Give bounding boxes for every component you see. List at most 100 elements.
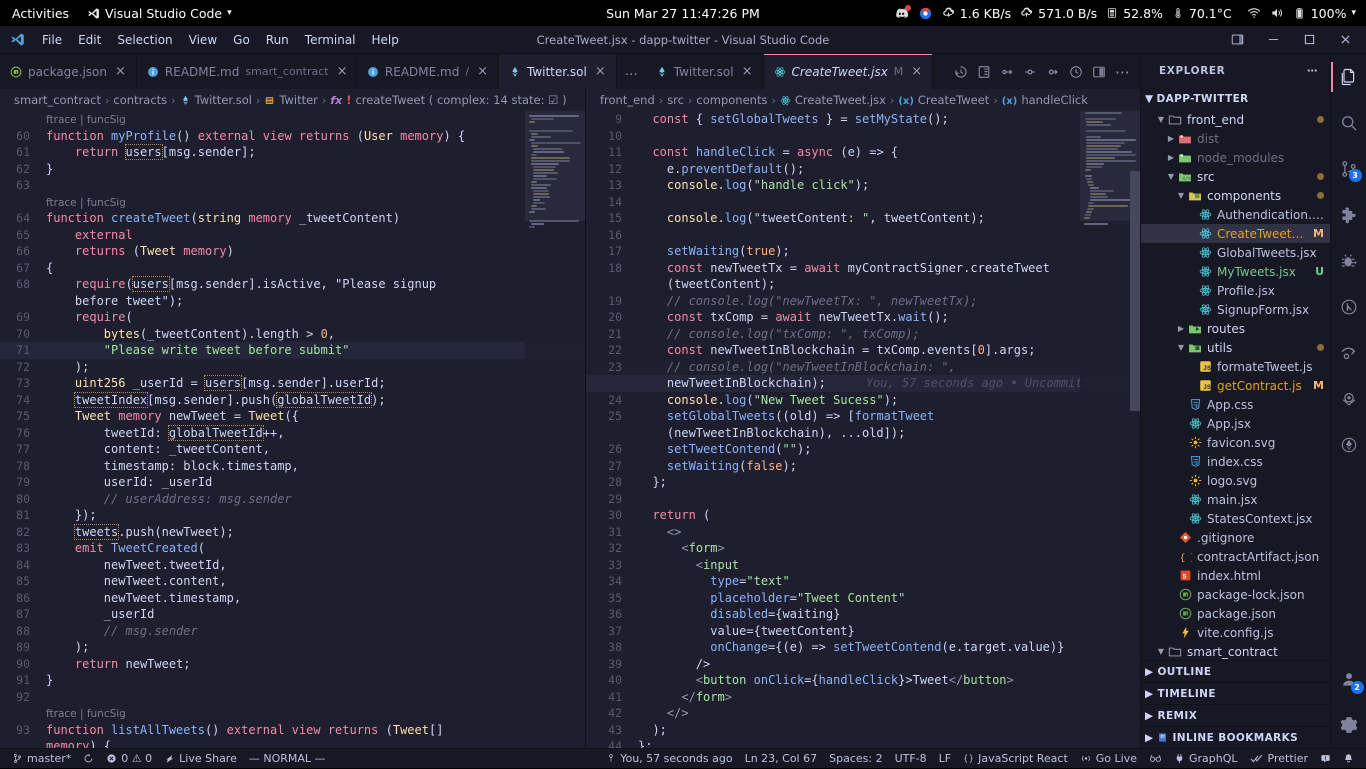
tab-createtweet-jsx[interactable]: CreateTweet.jsxM×: [764, 54, 934, 89]
breadcrumb-right[interactable]: front_end›src›components›CreateTweet.jsx…: [586, 89, 1140, 111]
tree-item-formatetweet-js[interactable]: JSformateTweet.js: [1141, 357, 1330, 376]
menu-terminal[interactable]: Terminal: [297, 30, 364, 50]
code-line[interactable]: 11 const handleClick = async (e) => {: [586, 144, 1140, 161]
status-eol[interactable]: LF: [933, 749, 957, 769]
code-line[interactable]: 62}: [0, 161, 585, 178]
browser-tray-icon[interactable]: [918, 6, 933, 21]
codelens-row[interactable]: ftrace | funcSig: [0, 111, 585, 128]
tree-item-index-css[interactable]: index.css: [1141, 452, 1330, 471]
code-line[interactable]: 21 // console.log("txComp: ", txComp);: [586, 326, 1140, 343]
code-line-wrap[interactable]: newTweetInBlockchain);You, 57 seconds ag…: [586, 375, 1140, 392]
code-line[interactable]: 20 const txComp = await newTweetTx.wait(…: [586, 309, 1140, 326]
code-line[interactable]: 65 external: [0, 227, 585, 244]
code-line[interactable]: 77 content: _tweetContent,: [0, 441, 585, 458]
minimap-left[interactable]: [525, 111, 585, 748]
menu-file[interactable]: File: [34, 30, 70, 50]
code-line[interactable]: 37 value={tweetContent}: [586, 623, 1140, 640]
code-line[interactable]: 19 // console.log("newTweetTx: ", newTwe…: [586, 293, 1140, 310]
tree-item-dist[interactable]: ▶dist: [1141, 129, 1330, 148]
tree-item--gitignore[interactable]: .gitignore: [1141, 528, 1330, 547]
accounts-icon[interactable]: 2: [1331, 656, 1366, 702]
code-line[interactable]: 91}: [0, 672, 585, 689]
solidity-icon[interactable]: [1331, 422, 1366, 468]
code-line[interactable]: 70 bytes(_tweetContent).length > 0,: [0, 326, 585, 343]
code-line[interactable]: 12 e.preventDefault();: [586, 161, 1140, 178]
remix-icon[interactable]: [1331, 376, 1366, 422]
settings-gear-icon[interactable]: [1331, 702, 1366, 748]
codelens-row[interactable]: ftrace | funcSig: [0, 705, 585, 722]
explorer-icon[interactable]: [1331, 54, 1366, 100]
code-line[interactable]: 88 // msg.sender: [0, 623, 585, 640]
code-line-wrap[interactable]: before tweet");: [0, 293, 585, 310]
code-line[interactable]: 25 setGlobalTweets((old) => [formatTweet: [586, 408, 1140, 425]
code-line[interactable]: 43 );: [586, 722, 1140, 739]
code-line[interactable]: 32 <form>: [586, 540, 1140, 557]
breadcrumb-item-createtweet-complex-14-s[interactable]: fx!createTweet ( complex: 14 state: ☑ ): [330, 93, 566, 107]
volume-icon[interactable]: [1270, 6, 1284, 20]
chevron-down-icon[interactable]: ▼: [1165, 172, 1177, 181]
close-button[interactable]: [1328, 27, 1362, 53]
code-line[interactable]: 75 Tweet memory newTweet = Tweet({: [0, 408, 585, 425]
code-line[interactable]: 44};: [586, 738, 1140, 748]
menubar[interactable]: FileEditSelectionViewGoRunTerminalHelp: [34, 30, 407, 50]
sidebar-panel-outline[interactable]: ▶OUTLINE: [1141, 660, 1330, 682]
tree-item-main-jsx[interactable]: main.jsx: [1141, 490, 1330, 509]
sidebar-panel-remix[interactable]: ▶REMIX: [1141, 704, 1330, 726]
code-line[interactable]: 24 console.log("New Tweet Sucess");: [586, 392, 1140, 409]
code-line[interactable]: 13 console.log("handle click");: [586, 177, 1140, 194]
tree-item-logo-svg[interactable]: logo.svg: [1141, 471, 1330, 490]
tree-item-package-json[interactable]: package.json: [1141, 604, 1330, 623]
status-problems[interactable]: 0 ⚠ 0: [100, 749, 158, 769]
breadcrumb-item-front-end[interactable]: front_end: [600, 93, 655, 107]
chevron-right-icon[interactable]: ▶: [1175, 324, 1187, 333]
code-line[interactable]: 64function createTweet(string memory _tw…: [0, 210, 585, 227]
chevron-right-icon[interactable]: ▶: [1165, 153, 1177, 162]
chevron-down-icon[interactable]: ▼: [1155, 115, 1167, 124]
tree-item-getcontract-js[interactable]: JSgetContract.jsM: [1141, 376, 1330, 395]
tree-item-contractartifact-json[interactable]: { }contractArtifact.json: [1141, 547, 1330, 566]
breadcrumb-item-components[interactable]: components: [696, 93, 767, 107]
tab-close-icon[interactable]: ×: [911, 64, 922, 79]
chevron-down-icon[interactable]: ▼: [1155, 647, 1167, 656]
status-language-mode[interactable]: JavaScript React: [957, 749, 1074, 769]
tree-item-authendication-jsx[interactable]: Authendication.jsx: [1141, 205, 1330, 224]
code-line[interactable]: 83 emit TweetCreated(: [0, 540, 585, 557]
status-sync-changes[interactable]: [77, 749, 100, 769]
code-line-wrap[interactable]: (newTweetInBlockchain), ...old]);: [586, 425, 1140, 442]
search-icon[interactable]: [1331, 100, 1366, 146]
code-line[interactable]: 30 return (: [586, 507, 1140, 524]
tree-item-favicon-svg[interactable]: favicon.svg: [1141, 433, 1330, 452]
status-graphql-extension-a[interactable]: [1143, 749, 1168, 769]
tree-item-vite-config-js[interactable]: vite.config.js: [1141, 623, 1330, 642]
activities-button[interactable]: Activities: [12, 6, 69, 21]
workspace-root-row[interactable]: ▼ DAPP-TWITTER: [1141, 88, 1330, 110]
code-line[interactable]: 60function myProfile() external view ret…: [0, 128, 585, 145]
status-graphql[interactable]: GraphQL: [1168, 749, 1244, 769]
status-indentation[interactable]: Spaces: 2: [823, 749, 888, 769]
menu-selection[interactable]: Selection: [109, 30, 180, 50]
code-line[interactable]: 39 />: [586, 656, 1140, 673]
tab-twitter-sol[interactable]: Twitter.sol×: [499, 54, 617, 89]
breadcrumb-item-twitter[interactable]: Twitter: [264, 93, 318, 107]
chevron-right-icon[interactable]: ▶: [1165, 134, 1177, 143]
chevron-down-icon[interactable]: ▼: [1175, 343, 1187, 352]
code-line[interactable]: 34 type="text": [586, 573, 1140, 590]
code-line[interactable]: 38 onChange={(e) => setTweetContend(e.ta…: [586, 639, 1140, 656]
code-line[interactable]: 29: [586, 491, 1140, 508]
sidebar-panels[interactable]: ▶OUTLINE▶TIMELINE▶REMIX▶INLINE BOOKMARKS: [1141, 660, 1330, 748]
code-line[interactable]: 22 const newTweetInBlockchain = txComp.e…: [586, 342, 1140, 359]
code-line[interactable]: 80 // userAddress: msg.sender: [0, 491, 585, 508]
tab-close-icon[interactable]: ×: [595, 64, 606, 79]
tab-package-json[interactable]: package.json×: [0, 54, 137, 89]
code-line[interactable]: 92: [0, 689, 585, 706]
code-line[interactable]: 26 setTweetContend("");: [586, 441, 1140, 458]
code-line[interactable]: 16: [586, 227, 1140, 244]
status-notifications[interactable]: [1337, 749, 1360, 769]
chevron-down-icon[interactable]: ▼: [1175, 191, 1187, 200]
maximize-button[interactable]: [1292, 27, 1326, 53]
discord-tray-icon[interactable]: [894, 6, 909, 21]
tree-item-signupform-jsx[interactable]: SignupForm.jsx: [1141, 300, 1330, 319]
code-line[interactable]: 35 placeholder="Tweet Content": [586, 590, 1140, 607]
code-line[interactable]: 23 // console.log("newTweetInBlockchain:…: [586, 359, 1140, 376]
tree-item-front-end[interactable]: ▼front_end: [1141, 110, 1330, 129]
